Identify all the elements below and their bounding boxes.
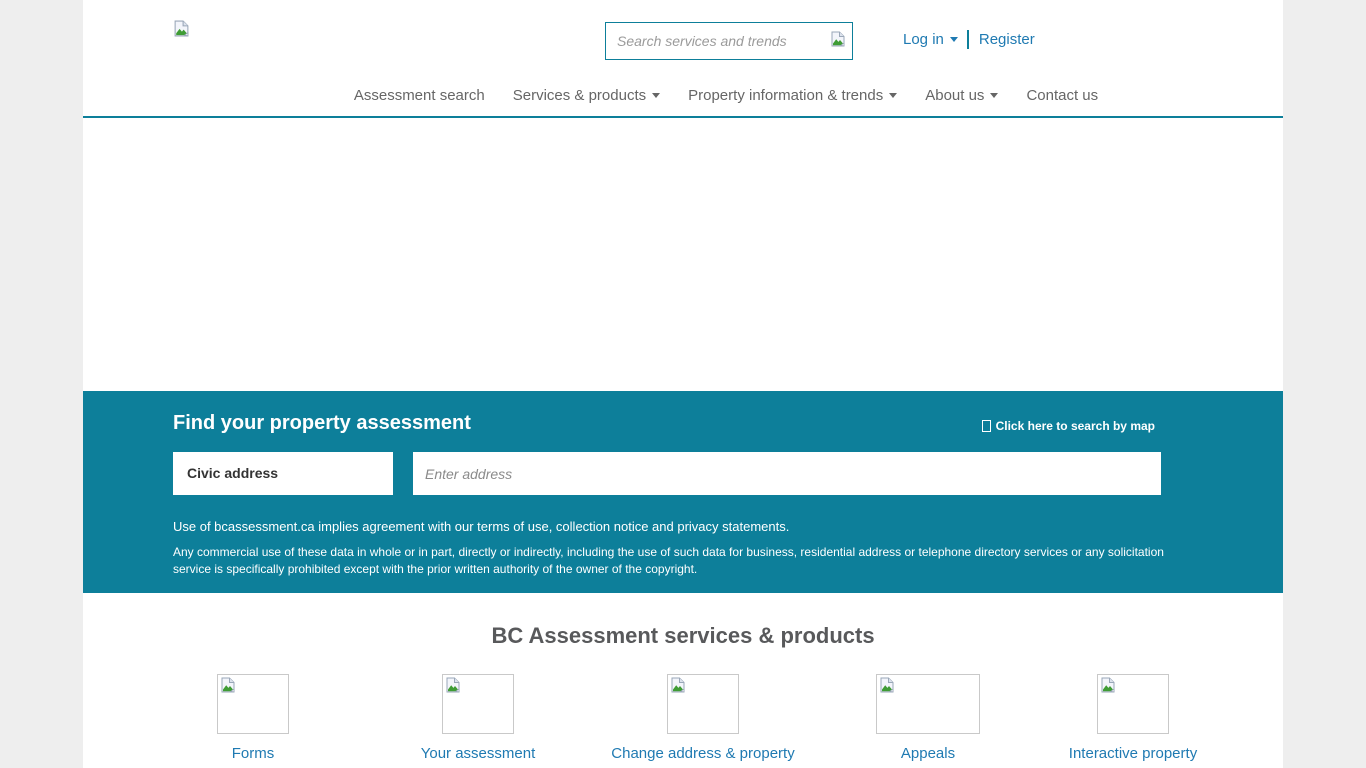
tile-change-address-property[interactable]: Change address & property: [591, 674, 816, 762]
nav-label: About us: [925, 87, 984, 104]
chevron-down-icon: [889, 93, 897, 98]
nav-property-information-trends[interactable]: Property information & trends: [674, 87, 911, 104]
tile-your-assessment[interactable]: Your assessment: [366, 674, 591, 762]
tile-broken-image-icon: [876, 674, 980, 734]
register-link[interactable]: Register: [979, 31, 1035, 48]
find-assessment-title: Find your property assessment: [173, 412, 471, 435]
tile-label[interactable]: Your assessment: [366, 745, 591, 762]
chevron-down-icon: [990, 93, 998, 98]
services-title: BC Assessment services & products: [83, 623, 1283, 649]
tile-forms[interactable]: Forms: [141, 674, 366, 762]
tile-broken-image-icon: [217, 674, 289, 734]
nav-label: Assessment search: [354, 87, 485, 104]
tile-label[interactable]: Interactive property: [1041, 745, 1226, 762]
site-search: [605, 22, 853, 60]
map-link-label: Click here to search by map: [996, 419, 1155, 433]
main-nav: Assessment search Services & products Pr…: [83, 75, 1283, 118]
tile-interactive-property[interactable]: Interactive property: [1041, 674, 1226, 762]
nav-contact-us[interactable]: Contact us: [1012, 87, 1112, 104]
find-assessment-band: Find your property assessment Click here…: [83, 391, 1283, 593]
site-logo-broken-image-icon[interactable]: [173, 20, 190, 37]
tile-broken-image-icon: [1097, 674, 1169, 734]
divider: [967, 30, 969, 49]
header: Log in Register: [83, 0, 1283, 75]
tile-broken-image-icon: [442, 674, 514, 734]
search-type-dropdown[interactable]: Civic address: [173, 452, 393, 495]
hero-carousel-empty: [83, 118, 1283, 391]
tile-label[interactable]: Forms: [141, 745, 366, 762]
tile-broken-image-icon: [667, 674, 739, 734]
nav-services-products[interactable]: Services & products: [499, 87, 674, 104]
account-links: Log in Register: [903, 30, 1035, 49]
address-input[interactable]: [413, 452, 1161, 495]
nav-assessment-search[interactable]: Assessment search: [340, 87, 499, 104]
nav-label: Contact us: [1026, 87, 1098, 104]
tile-label[interactable]: Change address & property: [591, 745, 816, 762]
services-tiles: Forms Your assessment Change address & p…: [83, 674, 1283, 762]
legal-copyright-paragraph: Any commercial use of these data in whol…: [173, 544, 1168, 578]
legal-terms-line: Use of bcassessment.ca implies agreement…: [173, 519, 1193, 534]
tile-label[interactable]: Appeals: [816, 745, 1041, 762]
login-button[interactable]: Log in: [903, 31, 944, 48]
chevron-down-icon: [652, 93, 660, 98]
nav-label: Property information & trends: [688, 87, 883, 104]
search-button-broken-image-icon[interactable]: [830, 31, 846, 52]
services-section: BC Assessment services & products Forms …: [83, 593, 1283, 762]
map-marker-missing-glyph-icon: [982, 420, 991, 432]
nav-label: Services & products: [513, 87, 646, 104]
assessment-search-row: Civic address: [173, 452, 1161, 495]
page: Log in Register Assessment search Servic…: [83, 0, 1283, 768]
tile-appeals[interactable]: Appeals: [816, 674, 1041, 762]
nav-about-us[interactable]: About us: [911, 87, 1012, 104]
search-by-map-link[interactable]: Click here to search by map: [982, 419, 1155, 433]
chevron-down-icon[interactable]: [950, 37, 958, 42]
site-search-input[interactable]: [615, 32, 830, 50]
